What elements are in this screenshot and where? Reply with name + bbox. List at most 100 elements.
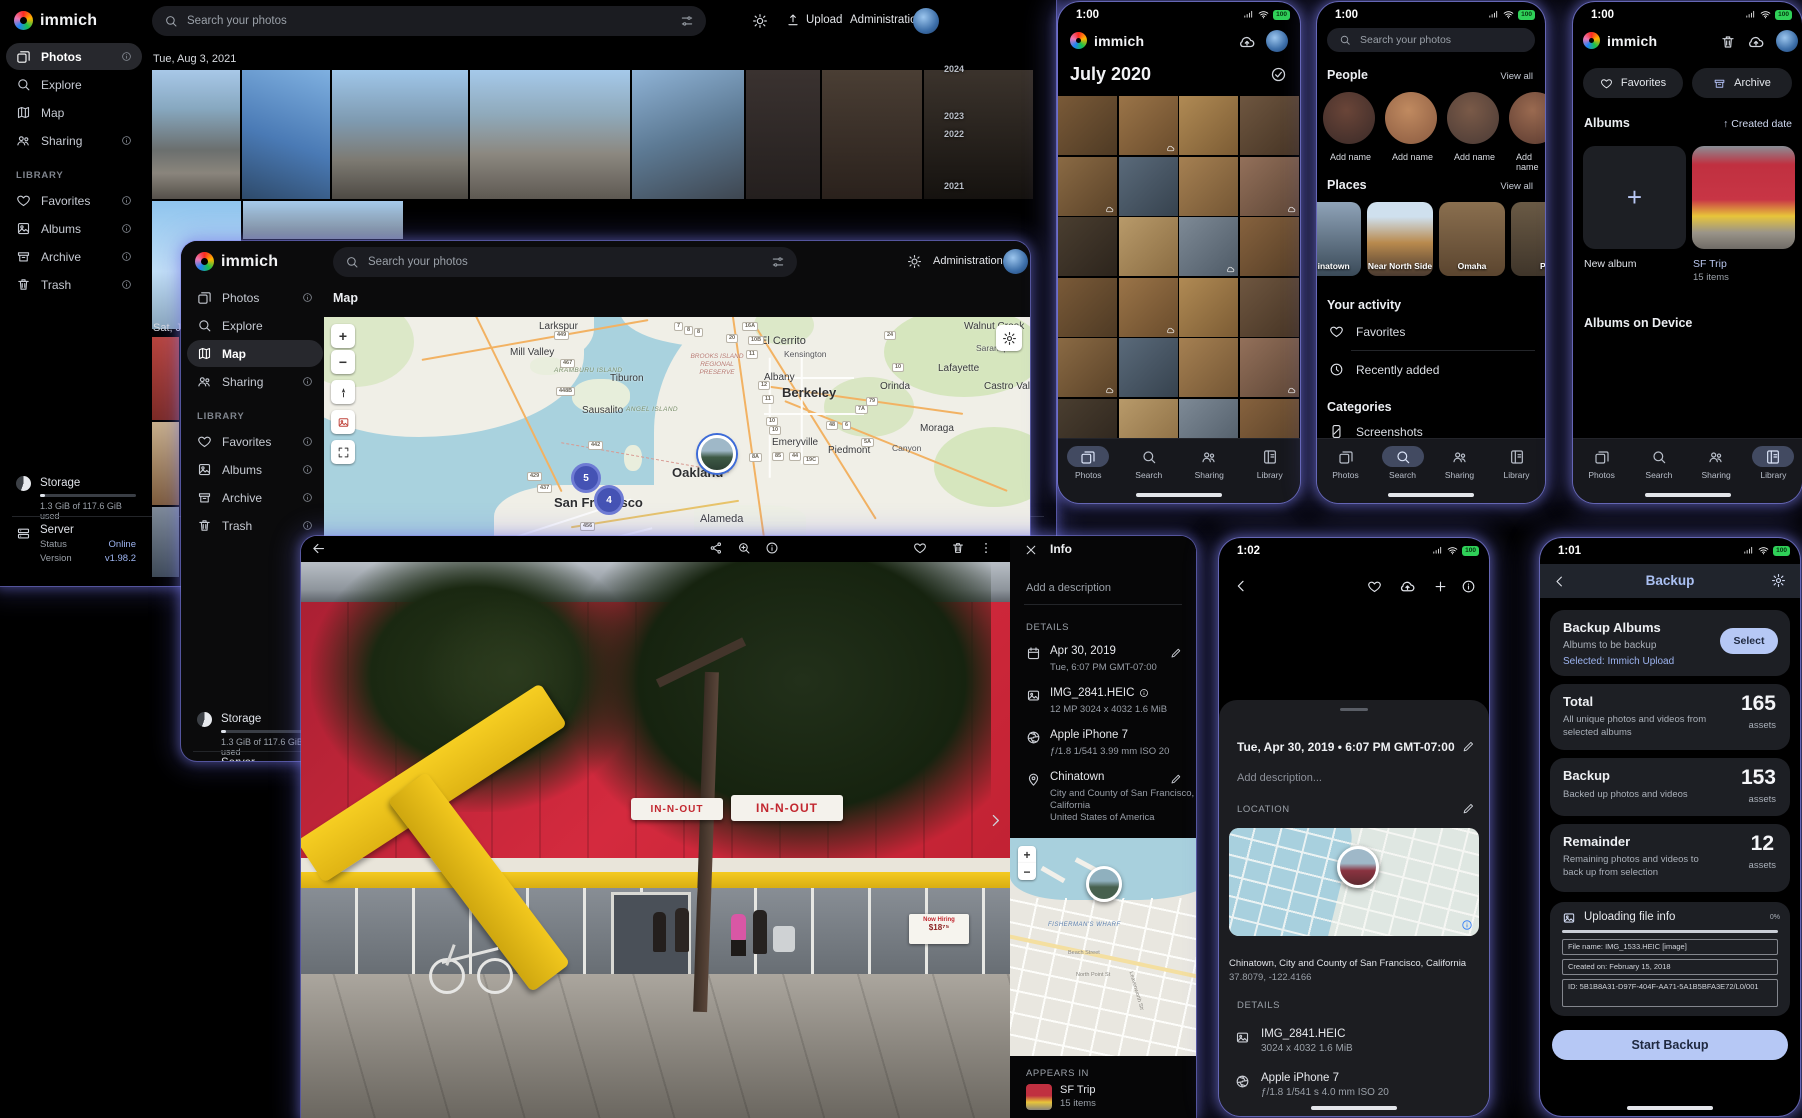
photo-thumbnail[interactable] xyxy=(243,201,403,239)
info-icon[interactable] xyxy=(302,492,313,503)
album-name[interactable]: SF Trip xyxy=(1060,1084,1095,1096)
favorites-button[interactable]: Favorites xyxy=(1583,68,1683,98)
places-view-all[interactable]: View all xyxy=(1500,181,1533,192)
zoom-icon[interactable] xyxy=(737,541,751,555)
filter-icon[interactable] xyxy=(680,14,694,28)
info-icon[interactable] xyxy=(121,279,132,290)
user-avatar[interactable] xyxy=(1776,30,1798,52)
photo-grid-tile[interactable] xyxy=(1058,96,1117,155)
sidebar-item-favorites[interactable]: Favorites xyxy=(187,428,323,455)
minimap-zoom-in[interactable]: + xyxy=(1018,846,1036,863)
user-avatar[interactable] xyxy=(1266,30,1288,52)
map-cluster-marker[interactable]: 5 xyxy=(571,463,601,493)
sidebar-item-photos[interactable]: Photos xyxy=(187,284,323,311)
home-indicator[interactable] xyxy=(1627,1106,1713,1110)
photo-thumbnail[interactable] xyxy=(152,337,179,420)
photo-grid-tile[interactable] xyxy=(1119,96,1178,155)
photo-grid-tile[interactable] xyxy=(1119,399,1178,440)
photo-grid-tile[interactable] xyxy=(1058,338,1117,397)
home-indicator[interactable] xyxy=(1136,493,1222,497)
back-icon[interactable] xyxy=(311,541,326,556)
photo-grid-tile[interactable] xyxy=(1240,399,1299,440)
home-indicator[interactable] xyxy=(1388,493,1474,497)
photo-thumbnail[interactable] xyxy=(822,70,922,199)
back-icon[interactable] xyxy=(1233,578,1249,594)
photo-grid-tile[interactable] xyxy=(1058,157,1117,216)
sidebar-item-sharing[interactable]: Sharing xyxy=(6,127,142,154)
upload-cloud-icon[interactable] xyxy=(1399,578,1416,595)
delete-icon[interactable] xyxy=(951,541,965,555)
nav-item-photos[interactable]: Photos xyxy=(1317,446,1374,480)
info-icon[interactable] xyxy=(765,541,779,555)
info-icon[interactable] xyxy=(302,520,313,531)
photo-grid-tile[interactable] xyxy=(1240,96,1299,155)
photo-grid-tile[interactable] xyxy=(1240,217,1299,276)
photo-thumbnail[interactable] xyxy=(152,70,240,199)
person-face[interactable] xyxy=(1323,92,1375,144)
photo-thumbnail[interactable] xyxy=(332,70,468,199)
add-name-label[interactable]: Add name xyxy=(1330,152,1371,162)
location-minimap[interactable]: FISHERMAN'S WHARF Beach Street North Poi… xyxy=(1010,838,1196,1056)
photo-grid[interactable] xyxy=(1058,96,1300,439)
search-input[interactable]: Search your photos xyxy=(333,247,797,277)
map-zoom-out-button[interactable]: − xyxy=(331,350,355,374)
more-options-icon[interactable] xyxy=(979,541,993,555)
people-view-all[interactable]: View all xyxy=(1500,71,1533,82)
administration-link[interactable]: Administration xyxy=(850,14,923,26)
select-albums-button[interactable]: Select xyxy=(1720,628,1778,654)
info-icon[interactable] xyxy=(302,464,313,475)
photo-grid-tile[interactable] xyxy=(1058,217,1117,276)
info-icon[interactable] xyxy=(121,195,132,206)
nav-item-library[interactable]: Library xyxy=(1488,446,1545,480)
info-icon[interactable] xyxy=(121,135,132,146)
sheet-drag-handle[interactable] xyxy=(1340,708,1368,711)
album-thumbnail[interactable] xyxy=(1026,1084,1052,1110)
sidebar-item-archive[interactable]: Archive xyxy=(6,243,142,270)
immich-logo[interactable]: immich xyxy=(14,11,97,30)
trash-icon[interactable] xyxy=(1720,34,1736,50)
sidebar-item-favorites[interactable]: Favorites xyxy=(6,187,142,214)
home-indicator[interactable] xyxy=(1645,493,1731,497)
sidebar-item-trash[interactable]: Trash xyxy=(6,271,142,298)
map-compass-button[interactable] xyxy=(331,380,355,404)
nav-item-library[interactable]: Library xyxy=(1240,446,1301,480)
share-icon[interactable] xyxy=(709,541,723,555)
backup-cloud-icon[interactable] xyxy=(1238,33,1256,51)
photo-grid-tile[interactable] xyxy=(1179,338,1238,397)
nav-item-library[interactable]: Library xyxy=(1745,446,1802,480)
photo-grid-tile[interactable] xyxy=(1119,338,1178,397)
screenshots-row[interactable]: Screenshots xyxy=(1329,424,1423,439)
photo-grid-tile[interactable] xyxy=(1179,96,1238,155)
sidebar-item-archive[interactable]: Archive xyxy=(187,484,323,511)
place-card[interactable]: Chinatown xyxy=(1317,202,1361,276)
sidebar-item-albums[interactable]: Albums xyxy=(187,456,323,483)
person-face[interactable] xyxy=(1447,92,1499,144)
timeline-year-label[interactable]: 2022 xyxy=(944,129,964,139)
photo-grid-tile[interactable] xyxy=(1119,157,1178,216)
administration-link[interactable]: Administration xyxy=(933,255,1003,267)
add-to-album-icon[interactable] xyxy=(1433,579,1448,594)
minimap-zoom-out[interactable]: − xyxy=(1018,863,1036,880)
place-card[interactable]: Near North Side xyxy=(1367,202,1433,276)
photo-grid-tile[interactable] xyxy=(1179,217,1238,276)
photo-grid-tile[interactable] xyxy=(1179,399,1238,440)
photo-grid-tile[interactable] xyxy=(1058,278,1117,337)
add-name-label[interactable]: Add name xyxy=(1392,152,1433,162)
place-card[interactable]: Pi xyxy=(1511,202,1545,276)
nav-item-photos[interactable]: Photos xyxy=(1573,446,1630,480)
sidebar-item-explore[interactable]: Explore xyxy=(187,312,323,339)
photo-grid-tile[interactable] xyxy=(1119,278,1178,337)
favorite-icon[interactable] xyxy=(1367,579,1382,594)
photo-row[interactable] xyxy=(152,70,1036,199)
user-avatar[interactable] xyxy=(1003,249,1028,274)
photo-grid-tile[interactable] xyxy=(1179,278,1238,337)
timeline-year-label[interactable]: 2021 xyxy=(944,181,964,191)
photo-in-n-out[interactable]: IN-N-OUT IN-N-OUT Now Hiring $18⁷⁵ xyxy=(301,562,1010,1118)
info-icon[interactable] xyxy=(121,251,132,262)
map-settings-button[interactable] xyxy=(996,325,1022,351)
photo-thumbnail[interactable] xyxy=(632,70,744,199)
sidebar-item-map[interactable]: Map xyxy=(6,99,142,126)
sidebar-item-photos[interactable]: Photos xyxy=(6,43,142,70)
sidebar-item-albums[interactable]: Albums xyxy=(6,215,142,242)
sidebar-item-explore[interactable]: Explore xyxy=(6,71,142,98)
